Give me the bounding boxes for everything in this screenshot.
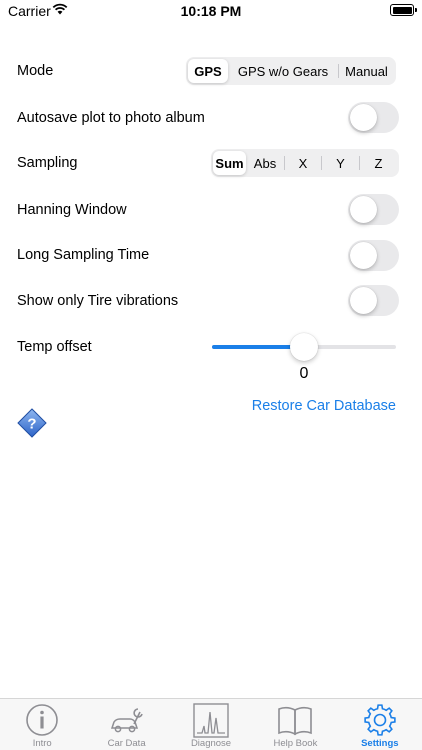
long-sampling-toggle[interactable] [348, 240, 399, 271]
long-sampling-label: Long Sampling Time [17, 247, 150, 263]
gear-icon [364, 704, 396, 736]
temp-offset-label: Temp offset [17, 339, 92, 355]
sampling-sum-segment[interactable]: Sum [213, 151, 246, 175]
mode-label: Mode [17, 63, 54, 79]
info-icon [26, 704, 59, 736]
status-bar: Carrier 10:18 PM [0, 0, 422, 24]
sampling-x-segment[interactable]: X [285, 151, 321, 175]
tab-diagnose[interactable]: Diagnose [169, 699, 253, 750]
tab-settings[interactable]: Settings [338, 699, 422, 750]
tab-intro[interactable]: Intro [0, 699, 84, 750]
tire-vibrations-toggle[interactable] [348, 285, 399, 316]
spectrum-icon [193, 703, 229, 738]
help-icon[interactable]: ? [17, 408, 47, 438]
tab-bar: Intro Car Data Diagnose Help Book Settin… [0, 698, 422, 750]
tab-label: Help Book [273, 738, 318, 749]
hanning-toggle[interactable] [348, 194, 399, 225]
car-wrench-icon [110, 708, 143, 733]
tab-label: Settings [361, 738, 399, 749]
slider-thumb[interactable] [290, 333, 318, 361]
tab-label: Car Data [107, 738, 146, 749]
sampling-segmented-control: Sum Abs X Y Z [211, 149, 399, 177]
temp-offset-value: 0 [299, 365, 309, 382]
mode-segmented-control: GPS GPS w/o Gears Manual [186, 57, 396, 85]
temp-offset-slider[interactable] [212, 333, 396, 361]
battery-icon [390, 4, 417, 16]
tab-label: Diagnose [190, 738, 232, 749]
clock: 10:18 PM [180, 3, 242, 19]
book-icon [278, 706, 313, 736]
tab-label: Intro [32, 738, 52, 749]
restore-car-database-link[interactable]: Restore Car Database [252, 398, 396, 414]
sampling-y-segment[interactable]: Y [322, 151, 359, 175]
hanning-label: Hanning Window [17, 202, 127, 218]
mode-manual-segment[interactable]: Manual [339, 59, 394, 83]
sampling-z-segment[interactable]: Z [360, 151, 397, 175]
sampling-abs-segment[interactable]: Abs [246, 151, 284, 175]
tab-car-data[interactable]: Car Data [84, 699, 168, 750]
svg-text:?: ? [27, 416, 36, 433]
mode-gps-segment[interactable]: GPS [188, 59, 228, 83]
tab-help-book[interactable]: Help Book [253, 699, 337, 750]
mode-gps-no-gears-segment[interactable]: GPS w/o Gears [228, 59, 338, 83]
autosave-toggle[interactable] [348, 102, 399, 133]
autosave-label: Autosave plot to photo album [17, 110, 205, 126]
sampling-label: Sampling [17, 155, 78, 171]
tire-vibrations-label: Show only Tire vibrations [17, 293, 179, 309]
